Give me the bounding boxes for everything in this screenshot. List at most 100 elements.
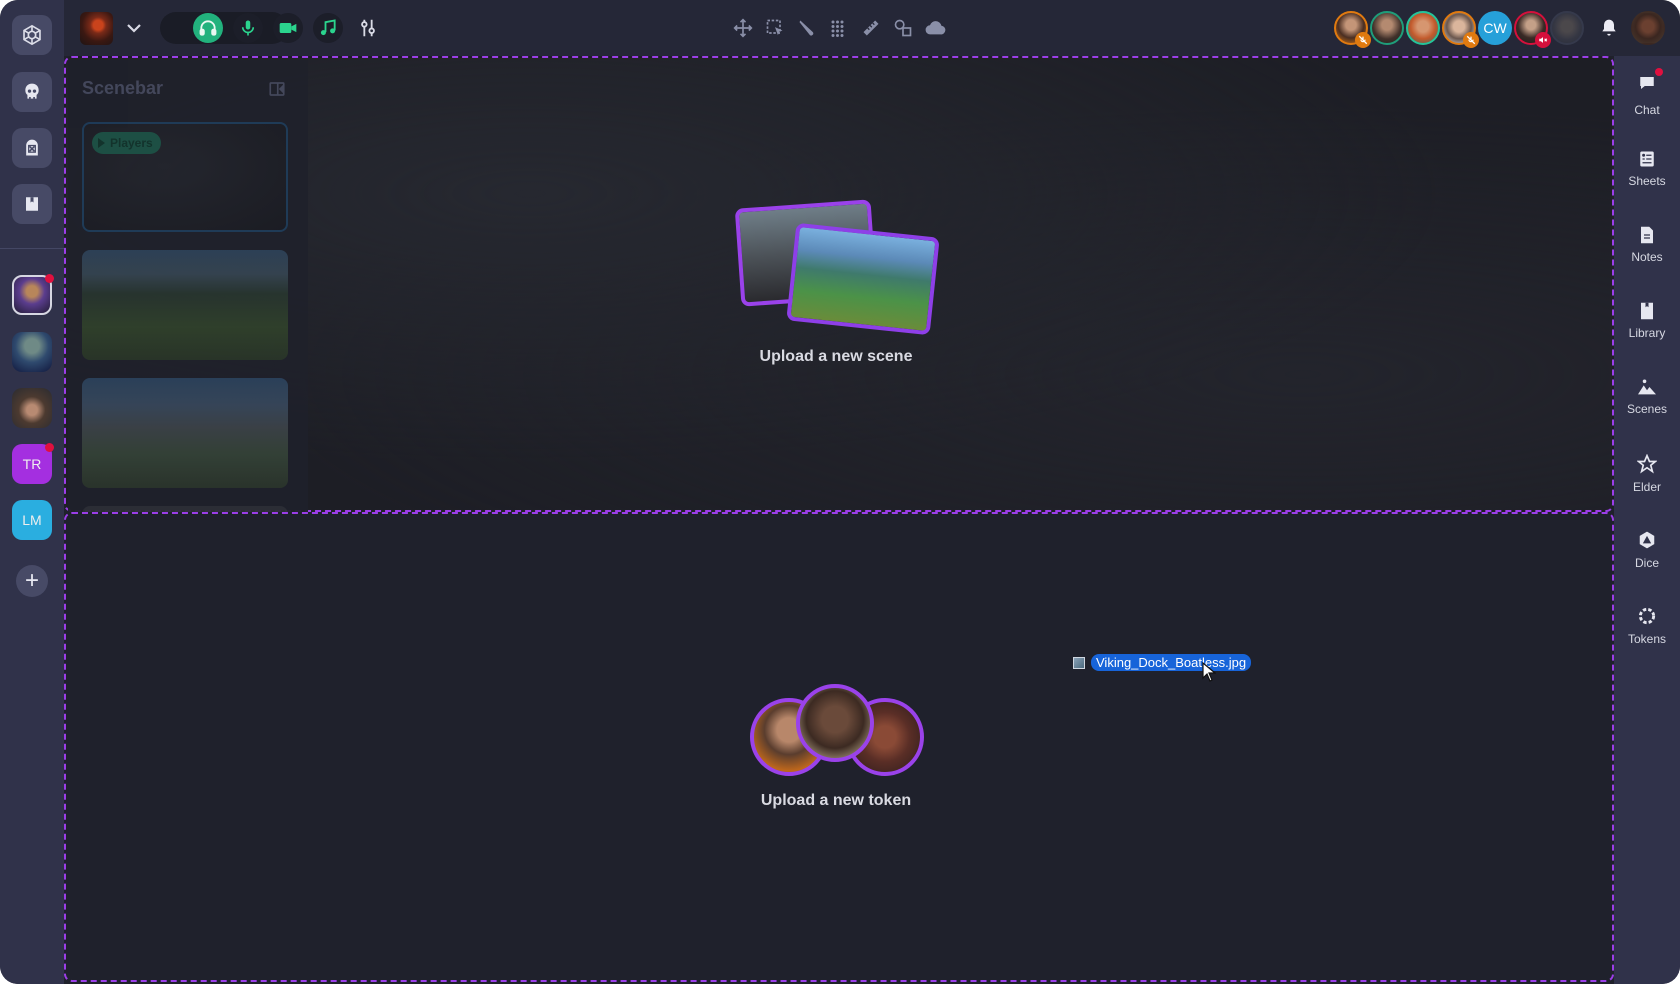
game-2-button[interactable] xyxy=(12,332,52,372)
shapes-tool[interactable] xyxy=(891,16,915,40)
token-rogue xyxy=(796,684,874,762)
scenebar-title: Scenebar xyxy=(82,78,164,98)
notifications-button[interactable] xyxy=(1597,16,1621,40)
select-tool[interactable] xyxy=(763,16,787,40)
brush-icon xyxy=(799,20,814,36)
star-icon xyxy=(1637,454,1657,474)
grid-tool[interactable] xyxy=(827,16,851,40)
notes-button[interactable]: Notes xyxy=(1614,226,1680,264)
characters-button[interactable] xyxy=(12,128,52,168)
scenes-button[interactable]: Scenes xyxy=(1614,378,1680,416)
brush-tool[interactable] xyxy=(795,16,819,40)
dice-button[interactable]: Dice xyxy=(1614,530,1680,570)
speaker-muted-icon xyxy=(1539,37,1548,43)
elder-button[interactable]: Elder xyxy=(1614,454,1680,494)
muted-badge xyxy=(1463,32,1479,48)
top-bar: CW xyxy=(64,0,1680,56)
upload-scene-label: Upload a new scene xyxy=(759,348,913,365)
scene-card-village-hills[interactable] xyxy=(82,250,288,360)
chat-label: Chat xyxy=(1634,103,1660,117)
play-icon xyxy=(98,138,105,148)
compendium-button[interactable] xyxy=(12,184,52,224)
tombstone-icon xyxy=(26,139,38,156)
sheets-label: Sheets xyxy=(1628,174,1666,188)
participant-initials: CW xyxy=(1483,20,1507,36)
scene-drop-zone[interactable]: Scenebar Players Upload a new scene xyxy=(64,56,1614,512)
game-1-notification-dot xyxy=(45,274,54,283)
sheet-icon xyxy=(1640,151,1654,167)
game-tr-initials: TR xyxy=(22,456,42,472)
mountain-scene-image xyxy=(786,222,940,336)
mic-off-icon xyxy=(1466,35,1476,45)
ruler-icon xyxy=(863,20,879,36)
game-lm-button[interactable]: LM xyxy=(12,500,52,540)
game-tr-notification-dot xyxy=(45,443,54,452)
token-drop-zone[interactable]: Upload a new token xyxy=(64,512,1614,982)
audio-settings-button[interactable] xyxy=(356,16,380,40)
headphones-icon xyxy=(199,20,217,36)
dice-icon xyxy=(1639,531,1655,549)
tokens-label: Tokens xyxy=(1627,632,1667,646)
scene-card-cliff-cave[interactable] xyxy=(82,378,288,488)
add-game-button[interactable]: + xyxy=(16,565,48,597)
headphones-button[interactable] xyxy=(193,13,223,43)
participant-avatar-3[interactable] xyxy=(1406,11,1440,45)
speaker-muted-badge xyxy=(1535,32,1551,48)
music-note-icon xyxy=(320,19,336,36)
scene-card-players[interactable]: Players xyxy=(82,122,288,232)
monsters-button[interactable] xyxy=(12,72,52,112)
move-tool[interactable] xyxy=(731,16,755,40)
selection-box-icon xyxy=(766,19,783,36)
music-button[interactable] xyxy=(313,13,343,43)
dragged-file-name: Viking_Dock_Boatless.jpg xyxy=(1091,654,1252,671)
dragged-file[interactable]: Viking_Dock_Boatless.jpg xyxy=(1073,654,1252,671)
upload-token-label: Upload a new token xyxy=(760,792,912,809)
bookmark-icon xyxy=(1641,302,1653,320)
rail-divider xyxy=(0,248,64,249)
scenebar-panel: Scenebar Players xyxy=(68,60,308,512)
user-profile-avatar[interactable] xyxy=(1631,11,1665,45)
participant-avatar-1[interactable] xyxy=(1334,11,1371,48)
camera-button[interactable] xyxy=(273,13,303,43)
current-game-thumbnail[interactable] xyxy=(80,12,113,45)
players-label: Players xyxy=(110,136,153,150)
token-illustration xyxy=(748,684,924,780)
chevron-down-icon[interactable] xyxy=(122,16,146,40)
fog-tool[interactable] xyxy=(923,16,947,40)
collapse-panel-icon[interactable] xyxy=(268,80,286,98)
chat-bubble-icon xyxy=(1640,77,1654,89)
library-label: Library xyxy=(1628,326,1666,340)
bell-icon xyxy=(1602,19,1616,36)
image-file-icon xyxy=(1073,656,1085,669)
muted-badge xyxy=(1355,32,1371,48)
upload-token-block[interactable]: Upload a new token xyxy=(746,684,926,810)
participant-avatar-7[interactable] xyxy=(1550,11,1584,45)
participant-avatar-2[interactable] xyxy=(1370,11,1404,45)
participant-avatar-cw[interactable]: CW xyxy=(1478,11,1512,45)
notes-label: Notes xyxy=(1631,250,1663,264)
scene-illustration xyxy=(734,199,940,336)
voice-controls xyxy=(160,12,288,44)
library-button[interactable]: Library xyxy=(1614,302,1680,340)
note-icon xyxy=(1641,226,1653,244)
players-badge: Players xyxy=(92,132,161,154)
video-camera-icon xyxy=(279,23,297,33)
game-3-button[interactable] xyxy=(12,388,52,428)
upload-scene-block[interactable]: Upload a new scene xyxy=(726,199,946,366)
participant-avatar-4[interactable] xyxy=(1442,11,1479,48)
tokens-button[interactable]: Tokens xyxy=(1614,606,1680,646)
hexagon-aperture-icon xyxy=(23,24,41,46)
ruler-tool[interactable] xyxy=(859,16,883,40)
sheets-button[interactable]: Sheets xyxy=(1614,150,1680,188)
logo-button[interactable] xyxy=(12,15,52,55)
elder-label: Elder xyxy=(1632,480,1661,494)
microphone-button[interactable] xyxy=(233,13,263,43)
cloud-icon xyxy=(925,21,946,35)
chat-button[interactable]: Chat xyxy=(1614,68,1680,117)
mic-off-icon xyxy=(1358,35,1368,45)
scenes-label: Scenes xyxy=(1626,402,1668,416)
shapes-icon xyxy=(894,19,912,37)
dice-label: Dice xyxy=(1634,556,1659,570)
participant-avatar-6[interactable] xyxy=(1514,11,1551,48)
skull-icon xyxy=(25,83,39,99)
